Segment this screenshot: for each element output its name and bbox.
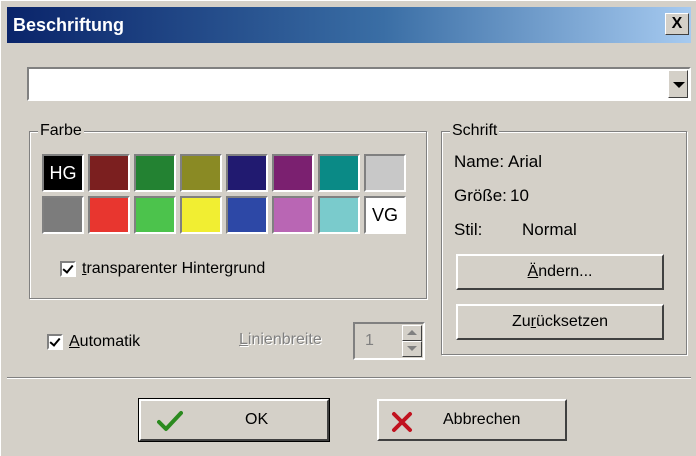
font-size-label: Größe: — [454, 186, 507, 205]
cancel-x-icon — [392, 412, 412, 432]
color-swatch[interactable] — [318, 196, 360, 234]
window-title: Beschriftung — [13, 15, 125, 35]
ok-label: OK — [245, 411, 269, 428]
color-swatch[interactable] — [42, 196, 84, 234]
color-swatch[interactable] — [180, 196, 222, 234]
automatic-label: Automatik — [69, 333, 141, 350]
checkbox-box[interactable] — [47, 334, 63, 350]
color-swatch[interactable] — [272, 196, 314, 234]
color-swatch[interactable] — [318, 154, 360, 192]
chevron-down-icon[interactable] — [668, 70, 688, 98]
color-swatch[interactable] — [226, 154, 268, 192]
line-width-value[interactable]: 1 — [365, 332, 374, 350]
reset-font-button[interactable]: Zurücksetzen — [456, 304, 664, 340]
ok-button[interactable]: OK — [138, 398, 330, 442]
beschriftung-dialog: Beschriftung X Farbe HG VG transparenter … — [0, 0, 696, 456]
change-font-button[interactable]: Ändern... — [456, 254, 664, 290]
checkmark-icon — [157, 411, 183, 431]
font-name-label: Name: — [454, 152, 505, 171]
spin-up-icon[interactable] — [402, 325, 422, 341]
automatic-checkbox[interactable]: Automatik — [47, 333, 140, 351]
cancel-button[interactable]: Abbrechen — [377, 399, 567, 441]
checkbox-box[interactable] — [60, 261, 76, 277]
swatch-label: VG — [371, 205, 398, 225]
color-swatch[interactable] — [226, 196, 268, 234]
color-swatch[interactable] — [364, 154, 406, 192]
title-bar[interactable]: Beschriftung X — [7, 7, 691, 43]
close-button[interactable]: X — [665, 13, 689, 35]
line-width-spinner[interactable]: 1 — [353, 322, 425, 360]
color-swatch[interactable] — [272, 154, 314, 192]
font-group: Schrift Name: Arial Größe: 10 Stil: Norm… — [441, 121, 687, 355]
close-icon: X — [671, 15, 683, 32]
font-style-label: Stil: — [454, 220, 483, 239]
line-width-label: Linienbreite — [239, 331, 322, 348]
font-size-value: 10 — [510, 186, 529, 205]
color-swatch[interactable]: VG — [364, 196, 406, 234]
color-swatch[interactable] — [134, 154, 176, 192]
color-swatch[interactable] — [88, 154, 130, 192]
color-swatch[interactable] — [180, 154, 222, 192]
color-swatch[interactable] — [134, 196, 176, 234]
swatch-label: HG — [49, 163, 77, 183]
cancel-label: Abbrechen — [443, 411, 521, 428]
divider — [7, 377, 691, 379]
color-swatch[interactable] — [88, 196, 130, 234]
font-name-value: Arial — [508, 152, 543, 171]
font-style-value: Normal — [522, 220, 577, 239]
spin-down-icon[interactable] — [402, 341, 422, 357]
transparent-background-checkbox[interactable]: transparenter Hintergrund — [60, 260, 265, 278]
font-group-label: Schrift — [450, 121, 500, 141]
transparent-background-label: transparenter Hintergrund — [82, 260, 266, 277]
color-swatch[interactable]: HG — [42, 154, 84, 192]
caption-text-combo[interactable] — [27, 67, 691, 101]
color-group-label: Farbe — [38, 121, 84, 141]
color-group: Farbe HG VG transparenter Hintergrund — [29, 121, 427, 299]
